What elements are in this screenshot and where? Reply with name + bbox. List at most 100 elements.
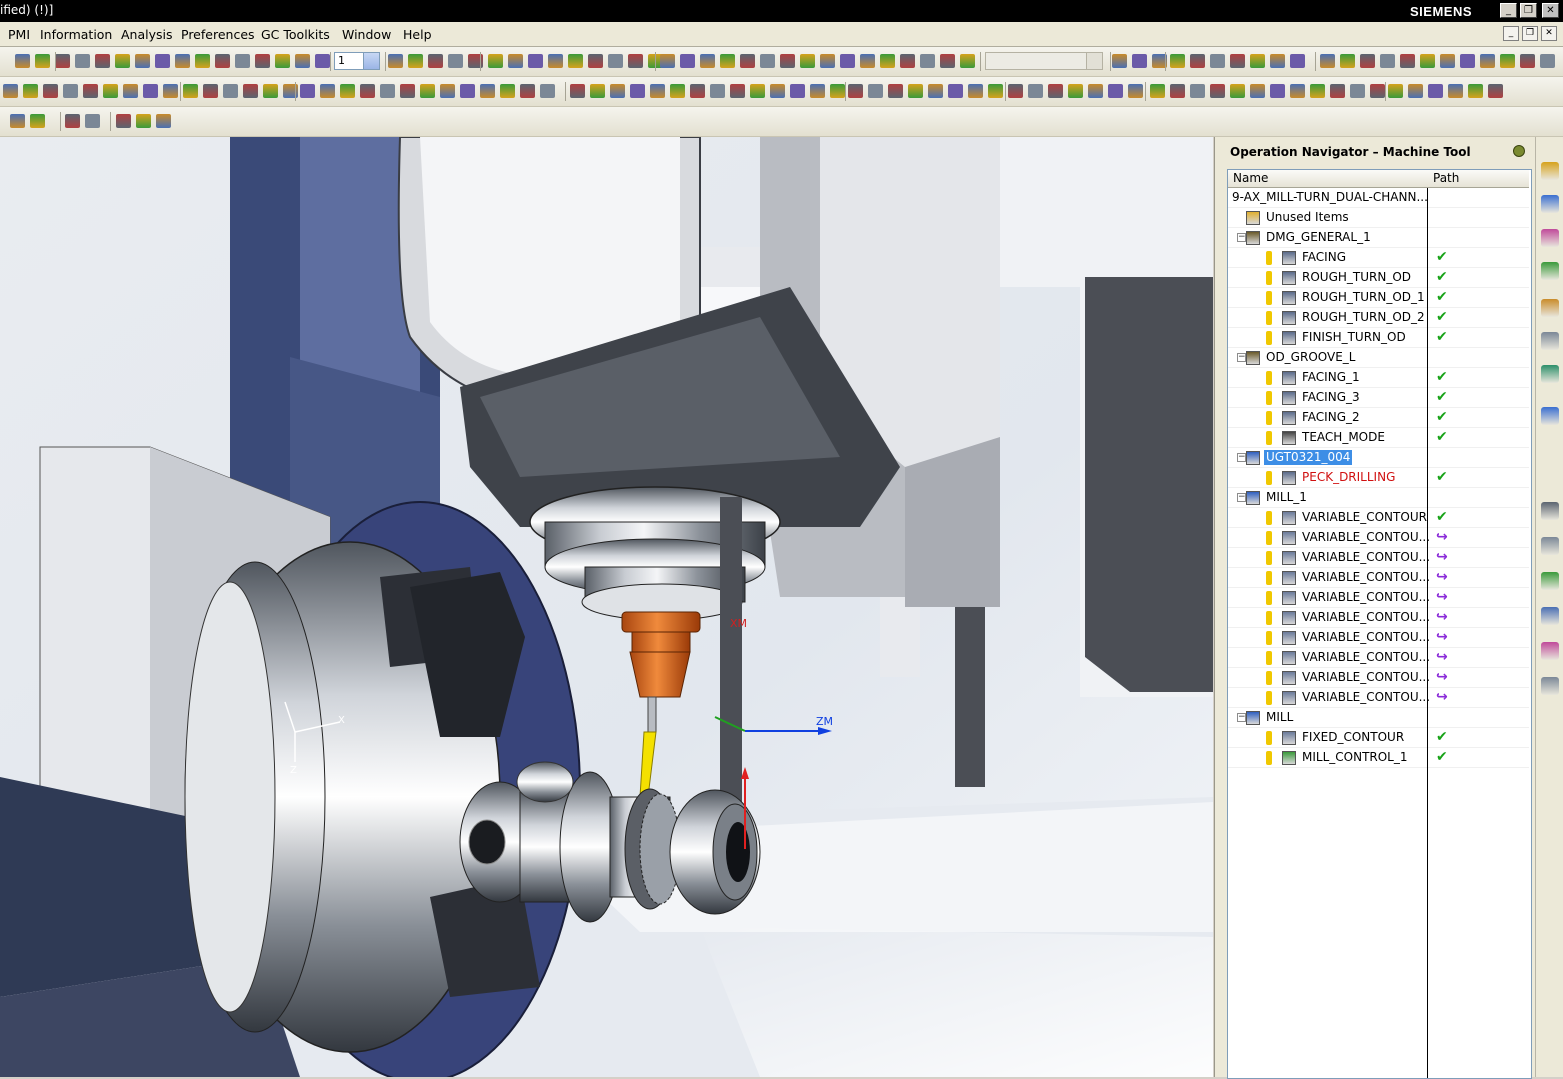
toolbar-tool-icon[interactable] [1028, 84, 1043, 98]
toolbar-tool-icon[interactable] [820, 54, 835, 68]
toolbar-tool-icon[interactable] [1370, 84, 1385, 98]
toolbar-tool-icon[interactable] [155, 54, 170, 68]
toolbar-tool-icon[interactable] [750, 84, 765, 98]
toolbar-tool-icon[interactable] [1210, 54, 1225, 68]
toolbar-tool-icon[interactable] [10, 114, 25, 128]
tree-row[interactable]: FACING_2 ✔ [1228, 408, 1529, 428]
tree-row[interactable]: ROUGH_TURN_OD ✔ [1228, 268, 1529, 288]
toolbar-tool-icon[interactable] [720, 54, 735, 68]
toolbar-tool-icon[interactable] [740, 54, 755, 68]
resource-tab-icon[interactable] [1541, 299, 1559, 317]
resource-tab-icon[interactable] [1541, 365, 1559, 383]
tree-row[interactable]: VARIABLE_CONTOU... ↪ [1228, 608, 1529, 628]
toolbar-tool-icon[interactable] [1270, 54, 1285, 68]
toolbar-tool-icon[interactable] [700, 54, 715, 68]
toolbar-tool-icon[interactable] [1190, 54, 1205, 68]
toolbar-tool-icon[interactable] [1128, 84, 1143, 98]
restore-button[interactable]: ❐ [1520, 3, 1537, 18]
pin-icon[interactable] [1513, 145, 1525, 157]
resource-tab-icon[interactable] [1541, 229, 1559, 247]
toolbar-tool-icon[interactable] [275, 54, 290, 68]
toolbar-tool-icon[interactable] [1520, 54, 1535, 68]
menu-preferences[interactable]: Preferences [181, 27, 255, 42]
toolbar-tool-icon[interactable] [30, 114, 45, 128]
toolbar-tool-icon[interactable] [75, 54, 90, 68]
resource-tab-icon[interactable] [1541, 332, 1559, 350]
toolbar-tool-icon[interactable] [123, 84, 138, 98]
doc-restore-button[interactable]: ❐ [1522, 26, 1538, 41]
toolbar-tool-icon[interactable] [848, 84, 863, 98]
collapse-toggle-icon[interactable]: − [1237, 233, 1246, 242]
toolbar-tool-icon[interactable] [1460, 54, 1475, 68]
toolbar-tool-icon[interactable] [570, 84, 585, 98]
toolbar-tool-icon[interactable] [223, 84, 238, 98]
tree-row[interactable]: MILL_CONTROL_1 ✔ [1228, 748, 1529, 768]
tree-row[interactable]: FACING_3 ✔ [1228, 388, 1529, 408]
toolbar-tool-icon[interactable] [988, 84, 1003, 98]
resource-tab-icon[interactable] [1541, 195, 1559, 213]
toolbar-tool-icon[interactable] [840, 54, 855, 68]
toolbar-tool-icon[interactable] [143, 84, 158, 98]
tree-row[interactable]: − MILL_1 [1228, 488, 1529, 508]
menu-information[interactable]: Information [40, 27, 112, 42]
toolbar-tool-icon[interactable] [1340, 54, 1355, 68]
toolbar-tool-icon[interactable] [888, 84, 903, 98]
toolbar-tool-icon[interactable] [650, 84, 665, 98]
toolbar-tool-icon[interactable] [1488, 84, 1503, 98]
toolbar-tool-icon[interactable] [810, 84, 825, 98]
toolbar-tool-icon[interactable] [320, 84, 335, 98]
navigator-tree[interactable]: Name Path 9-AX_MILL-TURN_DUAL-CHANN... Un… [1227, 169, 1532, 1079]
toolbar-tool-icon[interactable] [35, 54, 50, 68]
toolbar-tool-icon[interactable] [670, 84, 685, 98]
resource-tab-icon[interactable] [1541, 572, 1559, 590]
tree-row[interactable]: ROUGH_TURN_OD_1 ✔ [1228, 288, 1529, 308]
tree-row[interactable]: VARIABLE_CONTOU... ↪ [1228, 648, 1529, 668]
resource-tab-icon[interactable] [1541, 502, 1559, 520]
tree-row[interactable]: 9-AX_MILL-TURN_DUAL-CHANN... [1228, 188, 1529, 208]
toolbar-tool-icon[interactable] [1170, 54, 1185, 68]
tree-row[interactable]: − UGT0321_004 [1228, 448, 1529, 468]
tree-row[interactable]: ROUGH_TURN_OD_2 ✔ [1228, 308, 1529, 328]
toolbar-tool-icon[interactable] [408, 54, 423, 68]
toolbar-tool-icon[interactable] [760, 54, 775, 68]
toolbar-tool-icon[interactable] [23, 84, 38, 98]
toolbar-tool-icon[interactable] [628, 54, 643, 68]
toolbar-tool-icon[interactable] [1088, 84, 1103, 98]
toolbar-tool-icon[interactable] [948, 84, 963, 98]
toolbar-tool-icon[interactable] [95, 54, 110, 68]
toolbar-tool-icon[interactable] [868, 84, 883, 98]
toolbar-tool-icon[interactable] [908, 84, 923, 98]
toolbar-tool-icon[interactable] [730, 84, 745, 98]
toolbar-tool-icon[interactable] [1048, 84, 1063, 98]
toolbar-tool-icon[interactable] [1380, 54, 1395, 68]
toolbar-tool-icon[interactable] [380, 84, 395, 98]
collapse-toggle-icon[interactable]: − [1237, 353, 1246, 362]
menu-help[interactable]: Help [403, 27, 432, 42]
toolbar-tool-icon[interactable] [1360, 54, 1375, 68]
toolbar-tool-icon[interactable] [500, 84, 515, 98]
toolbar-tool-icon[interactable] [928, 84, 943, 98]
toolbar-tool-icon[interactable] [1408, 84, 1423, 98]
minimize-button[interactable]: _ [1500, 3, 1517, 18]
toolbar-tool-icon[interactable] [1230, 84, 1245, 98]
toolbar-tool-icon[interactable] [1388, 84, 1403, 98]
toolbar-tool-icon[interactable] [1350, 84, 1365, 98]
toolbar-tool-icon[interactable] [43, 84, 58, 98]
toolbar-tool-icon[interactable] [1270, 84, 1285, 98]
toolbar-tool-icon[interactable] [1250, 84, 1265, 98]
toolbar-tool-icon[interactable] [1448, 84, 1463, 98]
tree-row[interactable]: VARIABLE_CONTOU... ↪ [1228, 568, 1529, 588]
toolbar-tool-icon[interactable] [1420, 54, 1435, 68]
toolbar-tool-icon[interactable] [508, 54, 523, 68]
toolbar-tool-icon[interactable] [1150, 84, 1165, 98]
resource-tab-icon[interactable] [1541, 677, 1559, 695]
toolbar-tool-icon[interactable] [800, 54, 815, 68]
column-header-name[interactable]: Name [1228, 170, 1428, 188]
close-button[interactable]: ✕ [1542, 3, 1559, 18]
toolbar-tool-icon[interactable] [263, 84, 278, 98]
toolbar-tool-icon[interactable] [1210, 84, 1225, 98]
toolbar-tool-icon[interactable] [660, 54, 675, 68]
tree-row[interactable]: VARIABLE_CONTOU... ↪ [1228, 628, 1529, 648]
resource-tab-icon[interactable] [1541, 262, 1559, 280]
toolbar-tool-icon[interactable] [1190, 84, 1205, 98]
